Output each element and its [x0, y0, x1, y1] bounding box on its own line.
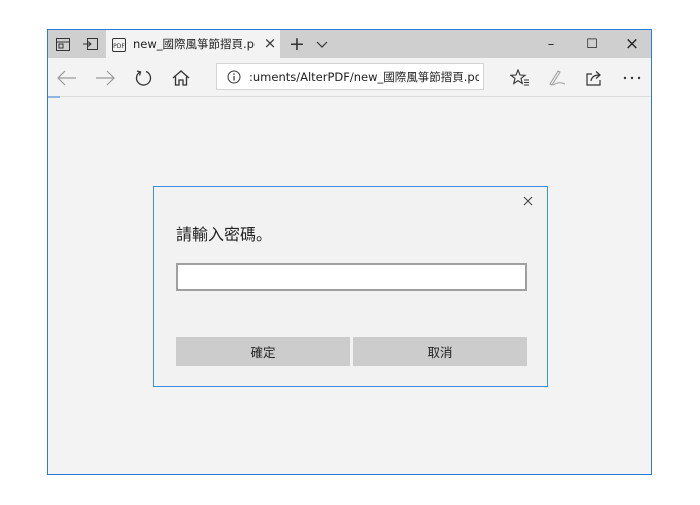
set-aside-tabs-icon[interactable]: [81, 35, 99, 53]
close-window-button[interactable]: ×: [612, 30, 652, 58]
title-bar: PDF new_國際風箏節摺頁.pc × + – ☐ ×: [48, 30, 651, 58]
minimize-button[interactable]: –: [531, 30, 571, 58]
new-tab-button[interactable]: +: [288, 34, 306, 54]
password-input[interactable]: [176, 263, 527, 291]
tab-manager-icon[interactable]: [54, 35, 72, 53]
navigation-bar: :uments/AlterPDF/new_國際風箏節摺頁.pdf: [48, 58, 651, 97]
info-icon[interactable]: [227, 69, 241, 84]
address-bar[interactable]: :uments/AlterPDF/new_國際風箏節摺頁.pdf: [216, 63, 484, 90]
refresh-icon[interactable]: [133, 67, 155, 89]
tab-close-button[interactable]: ×: [262, 35, 278, 51]
tab-title: new_國際風箏節摺頁.pc: [133, 37, 255, 51]
share-icon[interactable]: [583, 67, 605, 89]
password-dialog: 請輸入密碼。 確定 取消: [153, 186, 548, 387]
tab-active[interactable]: PDF new_國際風箏節摺頁.pc ×: [106, 30, 280, 58]
ok-button[interactable]: 確定: [176, 337, 350, 366]
address-text[interactable]: :uments/AlterPDF/new_國際風箏節摺頁.pdf: [249, 70, 479, 84]
maximize-button[interactable]: ☐: [572, 30, 612, 58]
loading-indicator: [48, 96, 60, 98]
close-icon[interactable]: [520, 193, 536, 209]
favorites-icon[interactable]: [509, 67, 531, 89]
svg-text:PDF: PDF: [113, 43, 125, 50]
pen-notes-icon[interactable]: [546, 67, 568, 89]
cancel-button[interactable]: 取消: [353, 337, 527, 366]
password-prompt: 請輸入密碼。: [176, 225, 273, 244]
home-icon[interactable]: [170, 67, 192, 89]
forward-arrow-icon[interactable]: [94, 67, 116, 89]
pdf-favicon-icon: PDF: [112, 37, 126, 52]
chevron-down-icon[interactable]: [314, 35, 330, 53]
back-arrow-icon[interactable]: [56, 67, 78, 89]
more-icon[interactable]: [621, 67, 643, 89]
browser-window: PDF new_國際風箏節摺頁.pc × + – ☐ ×:uments/Alt…: [47, 29, 652, 475]
